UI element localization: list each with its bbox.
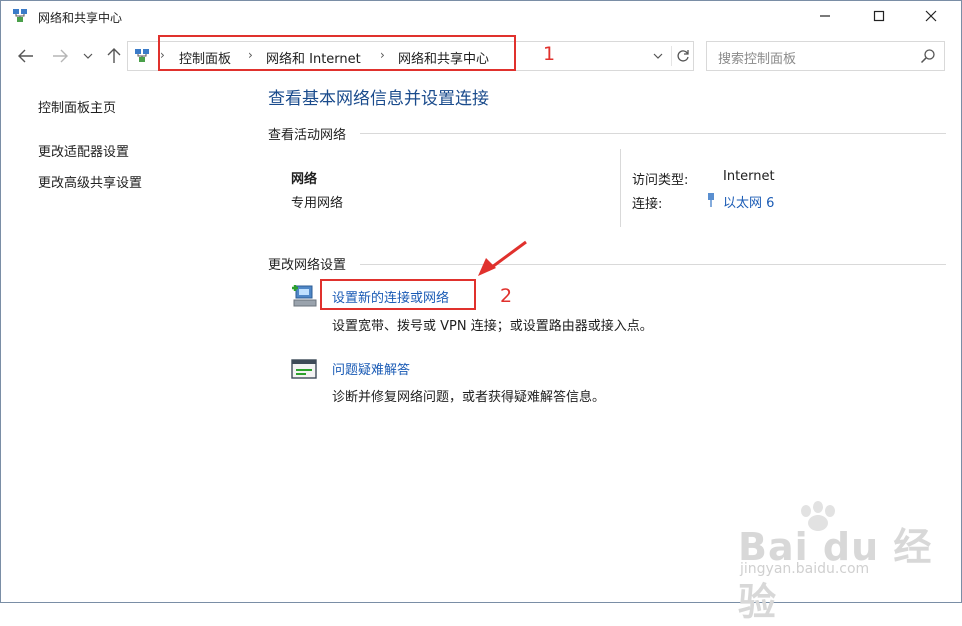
ethernet-icon (708, 193, 714, 207)
arrow-left-icon (18, 49, 33, 63)
connection-ethernet-link[interactable]: 以太网 6 (723, 192, 774, 211)
search-placeholder: 搜索控制面板 (718, 52, 797, 67)
section-divider (360, 133, 946, 134)
window-title: 网络和共享中心 (38, 11, 123, 25)
page-title: 查看基本网络信息并设置连接 (268, 89, 489, 109)
network-name: 网络 (291, 172, 318, 187)
annotation-arrow-icon (478, 240, 527, 276)
section-heading-active-networks: 查看活动网络 (268, 128, 347, 143)
chevron-down-icon (83, 53, 93, 59)
maximize-button[interactable] (856, 0, 902, 32)
left-link-change-adapter-settings[interactable]: 更改适配器设置 (38, 141, 129, 160)
recent-locations-button[interactable] (78, 44, 98, 68)
troubleshoot-description: 诊断并修复网络问题，或者获得疑难解答信息。 (332, 390, 606, 405)
title-bar: 网络和共享中心 (0, 0, 962, 34)
left-link-change-advanced-sharing[interactable]: 更改高级共享设置 (38, 172, 142, 191)
annotation-number-1: 1 (543, 43, 556, 65)
left-link-control-panel-home[interactable]: 控制面板主页 (38, 97, 116, 116)
section-heading-change-settings: 更改网络设置 (268, 258, 347, 273)
troubleshoot-link[interactable]: 问题疑难解答 (332, 359, 410, 378)
forward-button[interactable] (48, 44, 72, 68)
minimize-button[interactable] (802, 0, 848, 32)
annotation-box-breadcrumb (158, 35, 516, 71)
vertical-divider (620, 149, 621, 227)
close-icon (925, 10, 937, 22)
access-type-value: Internet (723, 169, 775, 184)
arrow-up-icon (107, 48, 121, 63)
refresh-icon (677, 50, 689, 62)
setup-new-connection-description: 设置宽带、拨号或 VPN 连接；或设置路由器或接入点。 (332, 319, 653, 334)
network-center-icon (13, 9, 27, 22)
annotation-number-2: 2 (500, 285, 513, 307)
watermark-url: jingyan.baidu.com (740, 561, 870, 577)
refresh-button[interactable] (671, 46, 694, 66)
maximize-icon (873, 10, 885, 22)
search-icon (920, 49, 935, 64)
annotation-box-setup-link (320, 279, 476, 310)
network-center-icon (135, 49, 149, 62)
back-button[interactable] (14, 44, 38, 68)
minimize-icon (820, 15, 830, 17)
chevron-down-icon (653, 53, 663, 59)
troubleshoot-icon (291, 359, 317, 379)
search-input[interactable]: 搜索控制面板 (706, 41, 945, 71)
up-button[interactable] (102, 44, 126, 68)
arrow-right-icon (53, 49, 68, 63)
close-button[interactable] (908, 0, 954, 32)
section-divider (360, 264, 946, 265)
new-connection-icon (292, 285, 317, 307)
connection-label: 连接: (632, 197, 663, 212)
network-type-link[interactable]: 专用网络 (291, 192, 343, 211)
access-type-label: 访问类型: (632, 173, 689, 188)
address-dropdown-button[interactable] (647, 46, 669, 66)
